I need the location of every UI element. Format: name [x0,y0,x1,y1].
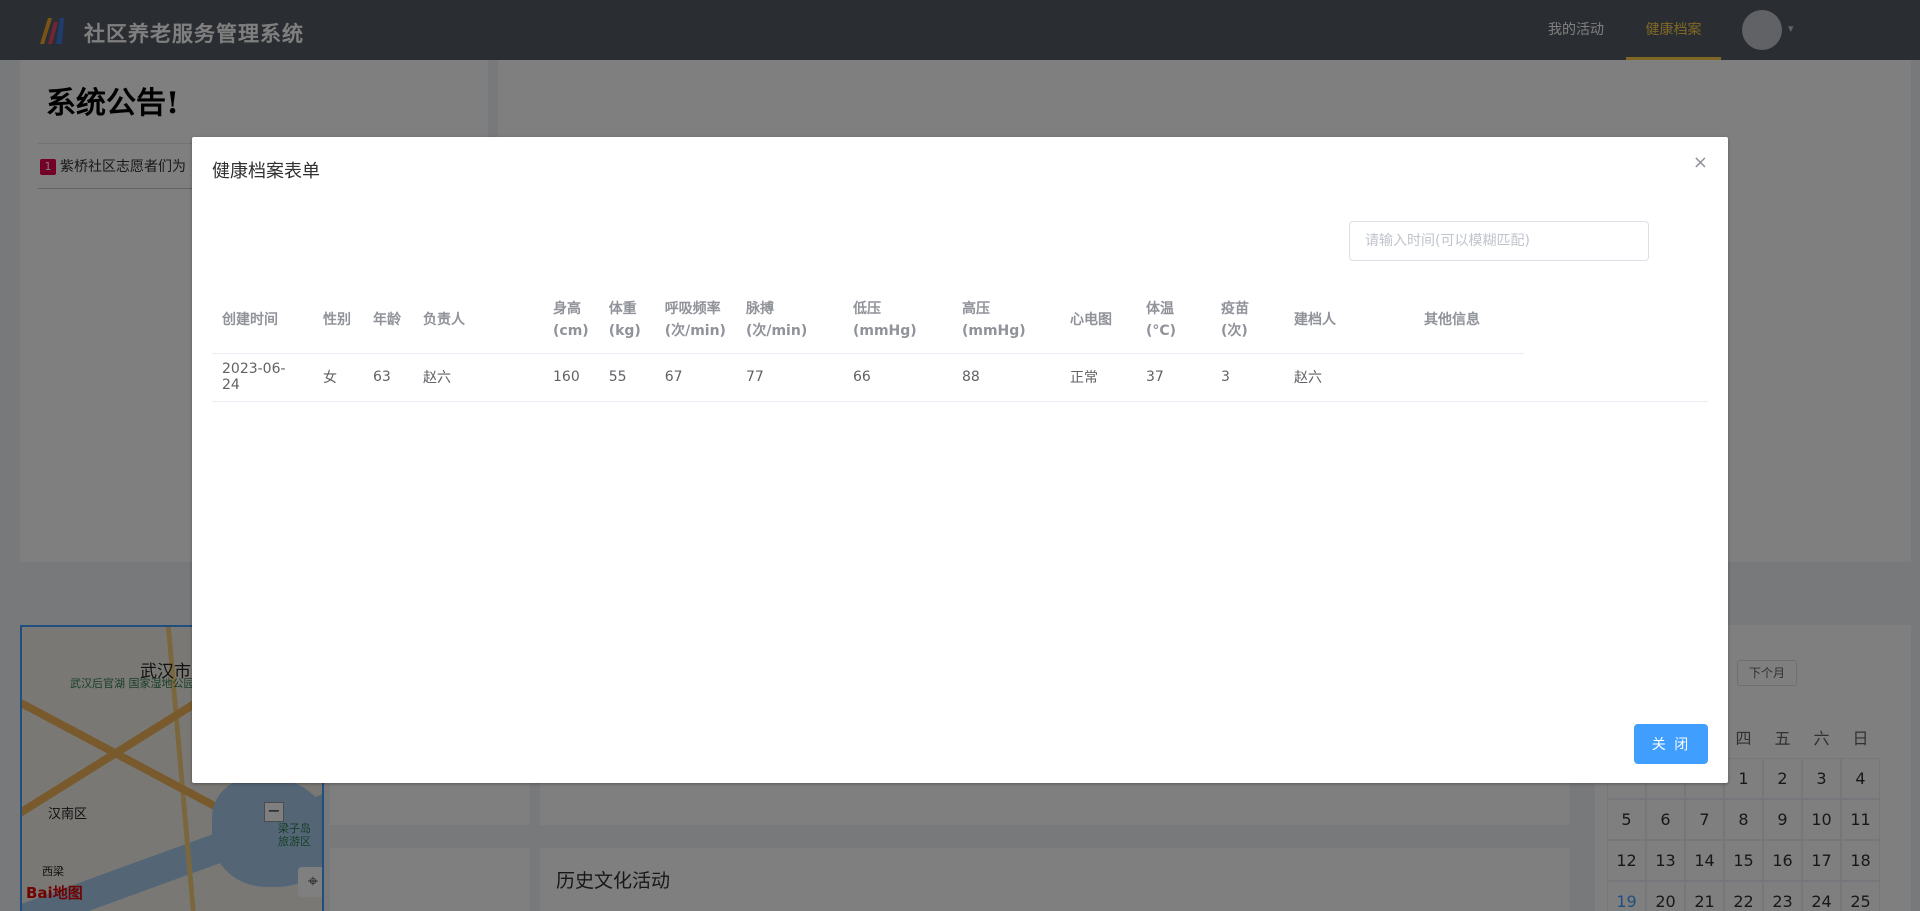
column-header: 体重 (kg) [598,287,655,354]
table-cell: 67 [664,369,683,386]
table-cell: 63 [373,369,391,386]
table-cell: 88 [961,369,980,386]
table-header-row: 创建时间 性别 年龄 负责人 身高 (cm) 体重 (kg) 呼吸频率 (次/m… [212,287,1524,354]
health-record-dialog: 健康档案表单 × 创建时间 性别 年龄 负责人 身高 (cm) 体重 (kg) … [192,137,1728,783]
table-cell: 3 [1220,369,1230,386]
table-cell [1414,353,1524,401]
column-header: 心电图 [1059,287,1136,354]
column-header: 负责人 [413,287,543,354]
column-header: 创建时间 [212,287,313,354]
close-button[interactable]: 关 闭 [1634,724,1708,764]
table-cell: 赵六 [1293,370,1322,387]
table-bottom-border [212,401,1708,402]
column-header: 高压(mmHg) [951,287,1060,354]
table-cell: 55 [608,369,627,386]
table-cell: 160 [553,369,580,386]
column-header: 体温(°C) [1135,287,1211,354]
column-header: 脉搏(次/min) [735,287,843,354]
search-input[interactable] [1349,221,1649,261]
table-cell: 37 [1145,369,1164,386]
table-cell: 女 [323,370,337,387]
column-header: 其他信息 [1413,287,1524,354]
table-cell: 赵六 [423,370,451,387]
close-icon[interactable]: × [1693,152,1708,173]
column-header: 建档人 [1283,287,1414,354]
column-header: 呼吸频率 (次/min) [654,287,736,354]
column-header: 性别 [313,287,363,354]
table-row: 2023-06-24 女 63 赵六 160 55 67 77 66 88 正常… [212,353,1524,401]
table-cell: 正常 [1069,370,1098,387]
column-header: 身高 (cm) [543,287,599,354]
table-cell: 66 [852,369,871,386]
health-record-table: 创建时间 性别 年龄 负责人 身高 (cm) 体重 (kg) 呼吸频率 (次/m… [212,287,1708,402]
column-header: 低压(mmHg) [842,287,952,354]
column-header: 年龄 [363,287,413,354]
dialog-title: 健康档案表单 [212,161,320,182]
table-cell: 77 [745,369,764,386]
table-cell: 2023-06-24 [222,361,286,394]
column-header: 疫苗(次) [1210,287,1284,354]
